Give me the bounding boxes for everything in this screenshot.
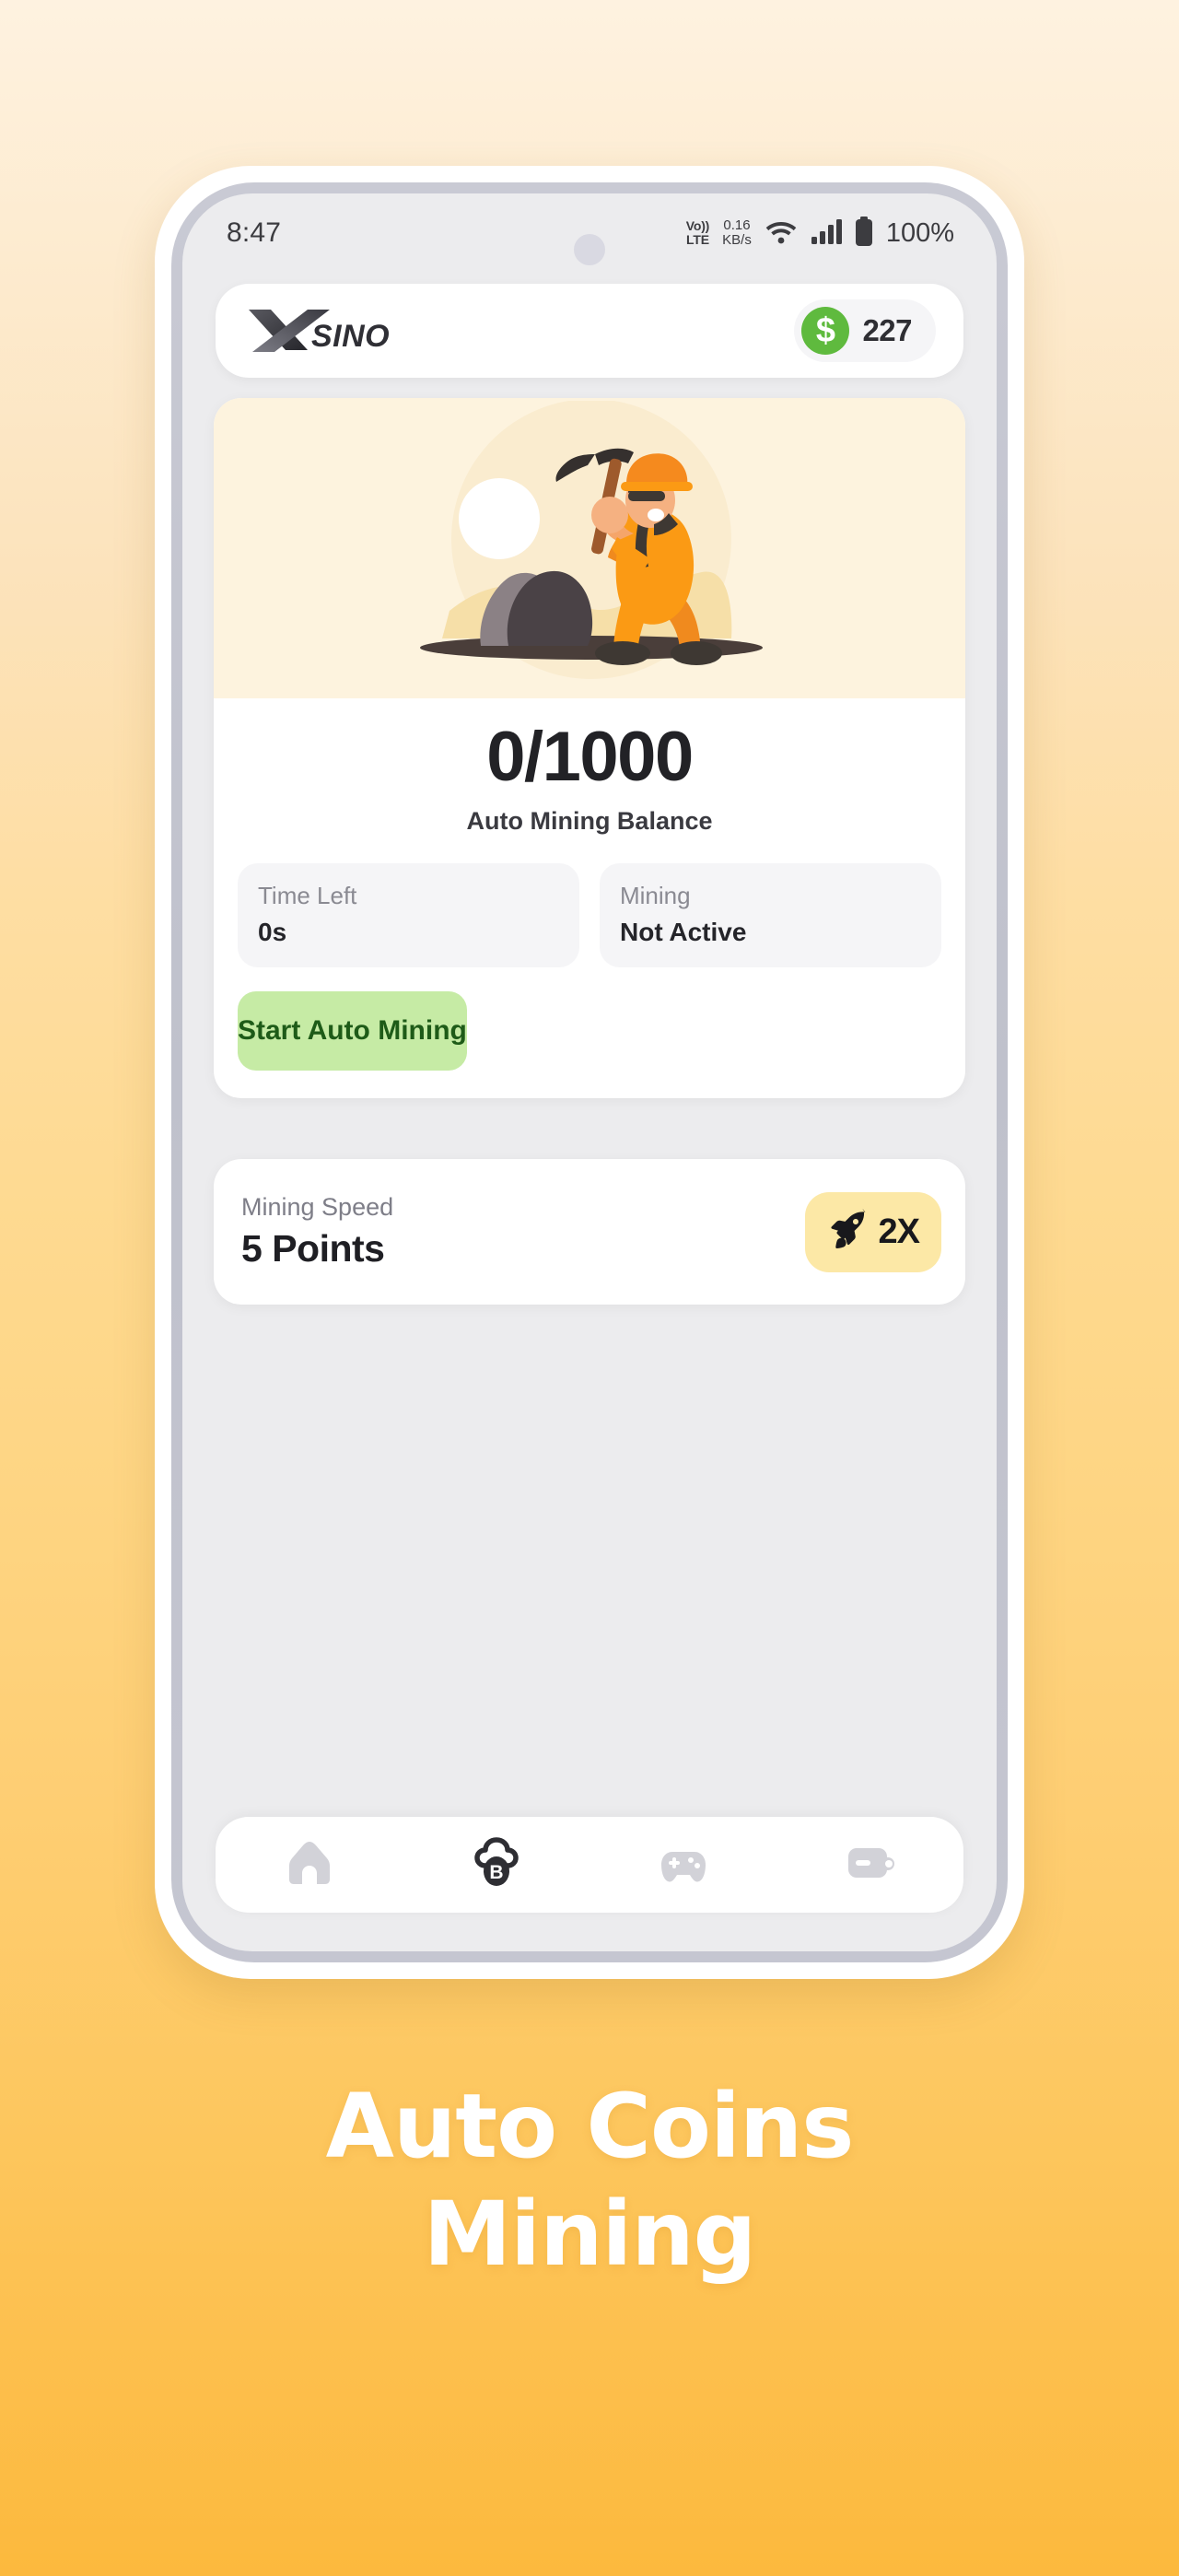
stat-time-left: Time Left 0s	[238, 863, 579, 967]
gamepad-icon	[656, 1835, 711, 1895]
home-icon	[282, 1835, 337, 1895]
nav-item-home[interactable]	[263, 1819, 356, 1911]
status-time: 8:47	[227, 217, 282, 248]
mining-speed-label: Mining Speed	[241, 1193, 394, 1221]
wifi-icon	[765, 217, 798, 250]
boost-badge[interactable]: 2X	[804, 1191, 941, 1272]
wallet-icon	[843, 1835, 898, 1895]
promo-headline: Auto Coins Mining	[0, 2073, 1179, 2289]
headline-line-1: Auto Coins	[325, 2075, 855, 2178]
svg-text:B: B	[489, 1862, 503, 1883]
balance-pill[interactable]: $ 227	[794, 299, 936, 362]
stat-mining-status-label: Mining	[620, 882, 691, 909]
boost-multiplier: 2X	[878, 1212, 920, 1251]
cellular-signal-icon	[811, 218, 842, 249]
miner-illustration	[214, 398, 965, 698]
mining-stats-row: Time Left 0s Mining Not Active	[214, 843, 965, 967]
mining-speed-card: Mining Speed 5 Points 2X	[214, 1159, 965, 1305]
mining-speed-value: 5 Points	[241, 1227, 385, 1270]
stat-mining-status: Mining Not Active	[600, 863, 941, 967]
mining-balance-value: 0/1000	[486, 718, 694, 796]
cloud-bitcoin-icon: B	[468, 1834, 525, 1896]
app-logo[interactable]: SINO	[247, 306, 411, 356]
coin-balance-value: 227	[862, 313, 912, 347]
battery-full-icon	[855, 216, 873, 251]
headline-line-2: Mining	[423, 2183, 757, 2287]
status-indicators: Vo)) LTE 0.16 KB/s 100%	[685, 216, 954, 251]
auto-mining-card: 0/1000 Auto Mining Balance Time Left 0s …	[214, 398, 965, 1098]
x-logo-icon: SINO	[249, 310, 390, 354]
nav-item-games[interactable]	[637, 1819, 730, 1911]
volte-top-label: Vo))	[685, 218, 710, 234]
network-speed-value: 0.16	[723, 217, 751, 233]
dollar-coin-icon: $	[801, 307, 850, 355]
bottom-navigation: B	[216, 1817, 963, 1913]
mining-speed-text: Mining Speed 5 Points	[241, 1193, 393, 1270]
front-camera	[574, 234, 605, 265]
battery-percent: 100%	[885, 217, 954, 248]
phone-mockup: 8:47 Vo)) LTE 0.16 KB/s 100% SINO $ 227 …	[155, 166, 1024, 1979]
nav-item-mining[interactable]: B	[450, 1819, 543, 1911]
stat-mining-status-value: Not Active	[620, 918, 747, 946]
stat-time-left-value: 0s	[258, 918, 287, 946]
mining-balance-label: Auto Mining Balance	[466, 807, 713, 835]
volte-icon: Vo)) LTE	[685, 218, 710, 247]
start-auto-mining-button[interactable]: Start Auto Mining	[238, 991, 467, 1071]
stat-time-left-label: Time Left	[258, 882, 357, 909]
phone-screen: 8:47 Vo)) LTE 0.16 KB/s 100% SINO $ 227 …	[182, 193, 997, 1951]
rocket-icon	[827, 1209, 870, 1256]
svg-text:SINO: SINO	[311, 319, 390, 354]
network-speed-indicator: 0.16 KB/s	[722, 217, 752, 249]
mining-balance-block: 0/1000 Auto Mining Balance	[214, 698, 965, 843]
app-header: SINO $ 227	[216, 284, 963, 378]
volte-bottom-label: LTE	[686, 232, 709, 247]
network-speed-unit: KB/s	[722, 232, 752, 248]
nav-item-wallet[interactable]	[824, 1819, 916, 1911]
